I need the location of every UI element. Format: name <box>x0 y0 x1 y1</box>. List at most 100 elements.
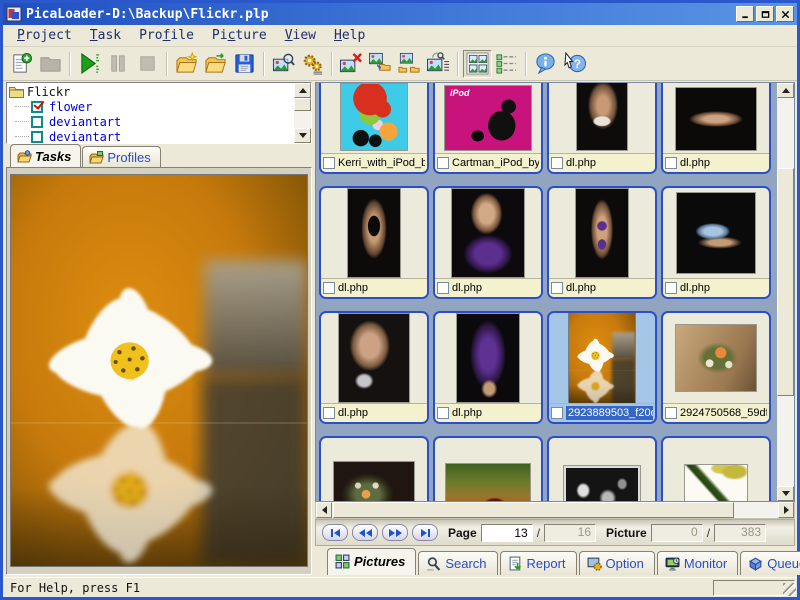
options-button[interactable] <box>298 50 327 78</box>
grid-scroll-down[interactable] <box>777 486 794 501</box>
find-picture-button[interactable] <box>269 50 298 78</box>
tree-scroll-thumb[interactable] <box>294 98 311 111</box>
thumbnail-filename: Cartman_iPod_by_... <box>452 157 539 169</box>
tree-checkbox-deviantart[interactable] <box>31 116 43 128</box>
tab-search[interactable]: Search <box>418 551 497 575</box>
picture-label: Picture <box>606 526 647 540</box>
tab-queue[interactable]: Queue <box>740 551 800 575</box>
save-picture-button[interactable] <box>366 50 395 78</box>
thumbnail-cell[interactable] <box>433 436 543 501</box>
thumbnail-cell[interactable] <box>547 436 657 501</box>
menu-item-help[interactable]: Help <box>326 26 373 45</box>
first-page-button[interactable] <box>322 524 348 541</box>
thumbnail-checkbox[interactable] <box>665 282 677 294</box>
thumbnail-view-button[interactable] <box>463 50 492 78</box>
grid-hscroll-thumb[interactable] <box>333 502 734 518</box>
menu-item-task[interactable]: Task <box>82 26 129 45</box>
grid-scroll-thumb[interactable] <box>777 168 794 396</box>
current-page-input[interactable] <box>481 524 533 542</box>
previous-page-button[interactable] <box>352 524 378 541</box>
maximize-button[interactable] <box>756 6 774 22</box>
thumbnail-cell[interactable]: 2923889503_f20d... <box>547 311 657 424</box>
thumbnail-checkbox[interactable] <box>437 157 449 169</box>
tree-scroll-down[interactable] <box>294 128 311 143</box>
tab-pictures[interactable]: Pictures <box>327 548 416 575</box>
thumbnail-checkbox[interactable] <box>551 157 563 169</box>
tab-monitor[interactable]: Monitor <box>657 551 738 575</box>
grid-scroll-up[interactable] <box>777 83 794 98</box>
thumbnail-cell[interactable]: dl.php <box>661 186 771 299</box>
tree-scroll-up[interactable] <box>294 83 311 98</box>
menu-item-project[interactable]: Project <box>9 26 80 45</box>
thumbnail-checkbox[interactable] <box>665 157 677 169</box>
thumbnail-checkbox[interactable] <box>437 282 449 294</box>
thumbnail-cell[interactable]: 2924750568_59df. <box>661 311 771 424</box>
thumbnail-checkbox[interactable] <box>665 407 677 419</box>
tab-report[interactable]: Report <box>500 551 577 575</box>
thumbnail-cell[interactable] <box>319 436 429 501</box>
delete-picture-button[interactable] <box>337 50 366 78</box>
tab-option[interactable]: Option <box>579 551 655 575</box>
window-title: PicaLoader-D:\Backup\Flickr.plp <box>26 7 734 22</box>
tree-root-label: Flickr <box>27 85 70 99</box>
tree-item-deviantart[interactable]: deviantart <box>9 129 294 143</box>
thumbnail-image <box>676 88 756 150</box>
tree-scroll-track[interactable] <box>294 98 311 128</box>
next-page-button[interactable] <box>382 524 408 541</box>
list-view-button[interactable] <box>492 50 521 78</box>
tree-connector <box>15 121 29 122</box>
thumbnail-cell[interactable]: dl.php <box>547 83 657 174</box>
grid-hscroll-track[interactable] <box>332 502 778 518</box>
thumbnail-cell[interactable]: dl.php <box>661 83 771 174</box>
menu-item-picture[interactable]: Picture <box>204 26 275 45</box>
thumbnail-cell[interactable]: dl.php <box>319 311 429 424</box>
tree-checkbox-deviantart[interactable] <box>31 131 43 143</box>
thumbnail-checkbox[interactable] <box>437 407 449 419</box>
resize-grip[interactable] <box>783 583 796 596</box>
thumbnail-cell[interactable]: dl.php <box>319 186 429 299</box>
context-help-icon: ? <box>563 52 586 75</box>
new-project-button[interactable] <box>7 50 36 78</box>
import-profile-button[interactable] <box>201 50 230 78</box>
tree-item-flower[interactable]: flower <box>9 99 294 114</box>
thumbnail-checkbox[interactable] <box>323 157 335 169</box>
save-project-button[interactable] <box>230 50 259 78</box>
thumbnail-cell[interactable]: Kerri_with_iPod_b... <box>319 83 429 174</box>
grid-scroll-track[interactable] <box>777 98 794 486</box>
picture-properties-button[interactable] <box>424 50 453 78</box>
thumbnail-cell[interactable]: dl.php <box>433 311 543 424</box>
thumbnail-checkbox[interactable] <box>323 407 335 419</box>
info-button[interactable] <box>531 50 560 78</box>
context-help-button[interactable]: ? <box>560 50 589 78</box>
grid-scroll-right[interactable] <box>778 502 794 518</box>
thumbnail-label-strip: dl.php <box>663 153 769 172</box>
last-page-button[interactable] <box>412 524 438 541</box>
thumbnail-cell[interactable]: iPodCartman_iPod_by_... <box>433 83 543 174</box>
monitor-tab-icon <box>665 556 680 571</box>
tree-checkbox-flower[interactable] <box>31 101 43 113</box>
start-tasks-button[interactable] <box>75 50 104 78</box>
main-area: Flickrflowerdeviantartdeviantart TasksPr… <box>3 81 797 577</box>
total-pictures-field: 383 <box>714 524 766 542</box>
thumbnail-checkbox[interactable] <box>551 282 563 294</box>
new-profile-button[interactable] <box>172 50 201 78</box>
close-button[interactable] <box>776 6 794 22</box>
thumbnail-checkbox[interactable] <box>323 282 335 294</box>
title-bar[interactable]: PicaLoader-D:\Backup\Flickr.plp <box>3 3 797 25</box>
thumbnail-cell[interactable]: dl.php <box>433 186 543 299</box>
stop-tasks-button <box>133 50 162 78</box>
tab-tasks[interactable]: Tasks <box>10 144 81 167</box>
thumbnail-cell[interactable]: dl.php <box>547 186 657 299</box>
copy-picture-button[interactable] <box>395 50 424 78</box>
thumbnail-checkbox[interactable] <box>551 407 563 419</box>
stop-tasks-icon <box>136 52 159 75</box>
tab-profiles[interactable]: Profiles <box>82 146 160 167</box>
thumbnail-label-strip: Kerri_with_iPod_b... <box>321 153 427 172</box>
tree-root-flickr[interactable]: Flickr <box>9 84 294 99</box>
grid-scroll-left[interactable] <box>316 502 332 518</box>
menu-item-view[interactable]: View <box>277 26 324 45</box>
thumbnail-cell[interactable] <box>661 436 771 501</box>
minimize-button[interactable] <box>736 6 754 22</box>
menu-item-profile[interactable]: Profile <box>131 26 202 45</box>
tree-item-deviantart[interactable]: deviantart <box>9 114 294 129</box>
